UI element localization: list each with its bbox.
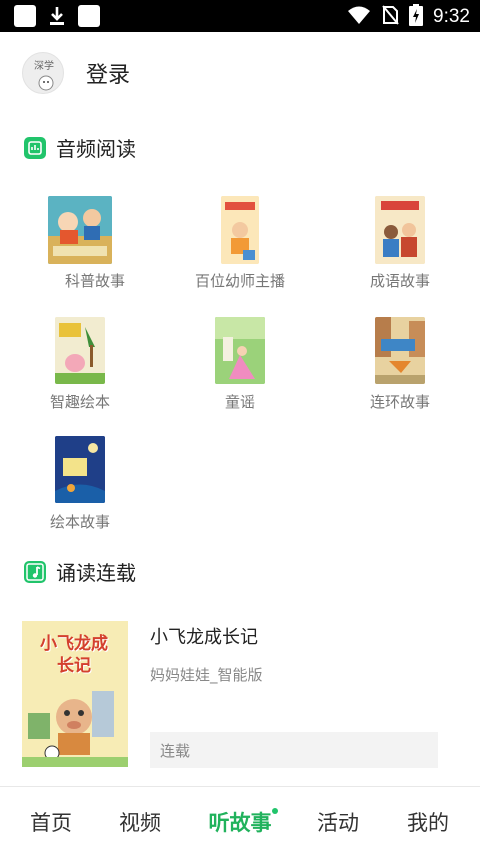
category-label: 百位幼师主播 xyxy=(194,272,285,290)
serial-status-tag: 连载 xyxy=(150,732,438,768)
category-label: 绘本故事 xyxy=(49,513,110,531)
app-square-icon xyxy=(78,5,100,27)
category-label: 成语故事 xyxy=(369,272,430,290)
header: 深学 登录 xyxy=(0,32,480,114)
no-sim-icon xyxy=(381,5,399,29)
serial-title: 小飞龙成长记 xyxy=(150,627,258,648)
nav-home[interactable]: 首页 xyxy=(3,807,99,837)
serial-section-label: 诵读连载 xyxy=(56,561,136,585)
wifi-icon xyxy=(347,5,371,29)
bottom-nav: 首页 视频 听故事 活动 我的 xyxy=(0,786,480,853)
serial-section-title: 诵读连载 xyxy=(24,557,136,586)
smart-picturebook-cover xyxy=(55,317,105,384)
picturebook-stories-cover xyxy=(55,436,105,503)
serial-cover-text: 小飞龙成长记 xyxy=(40,634,108,676)
status-bar: 9:32 xyxy=(0,0,480,32)
audio-section-title: 音频阅读 xyxy=(24,133,136,162)
teacher-hosts-cover xyxy=(221,196,259,264)
new-indicator-dot xyxy=(272,808,278,814)
category-label: 连环故事 xyxy=(369,393,430,411)
audio-book-icon xyxy=(24,136,46,159)
nav-mine[interactable]: 我的 xyxy=(380,807,476,837)
serial-subtitle: 妈妈娃娃_智能版 xyxy=(150,666,263,684)
category-label: 童谣 xyxy=(224,393,255,411)
nav-video[interactable]: 视频 xyxy=(92,807,188,837)
serial-cover: 小飞龙成长记 xyxy=(22,621,128,767)
kepu-cover xyxy=(48,196,112,264)
clock: 9:32 xyxy=(433,6,470,27)
nav-activities[interactable]: 活动 xyxy=(290,807,386,837)
category-label: 科普故事 xyxy=(64,272,125,290)
avatar[interactable]: 深学 xyxy=(22,52,64,94)
music-note-icon xyxy=(24,560,46,583)
app-square-icon xyxy=(14,5,36,27)
idioms-cover xyxy=(375,196,425,264)
download-icon xyxy=(46,5,68,27)
category-label: 智趣绘本 xyxy=(49,393,110,411)
audio-section-label: 音频阅读 xyxy=(56,137,136,161)
serial-stories-cover xyxy=(375,317,425,384)
login-button[interactable]: 登录 xyxy=(86,57,130,89)
nursery-rhymes-cover xyxy=(215,317,265,384)
battery-charging-icon xyxy=(409,4,424,30)
